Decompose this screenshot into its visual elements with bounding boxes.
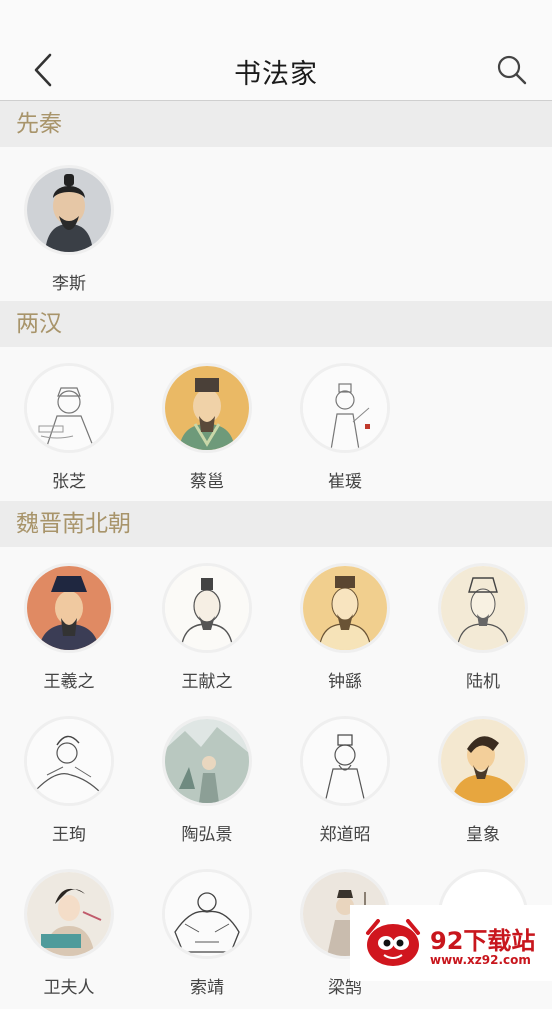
portrait-avatar <box>24 869 114 959</box>
watermark-url: www.xz92.com <box>430 953 531 967</box>
portrait-avatar <box>300 563 390 653</box>
calligrapher-name: 陶弘景 <box>181 825 233 845</box>
search-button[interactable] <box>496 54 528 86</box>
portrait-avatar <box>24 363 114 453</box>
calligrapher-name: 皇象 <box>466 825 500 845</box>
section-header-xianqin: 先秦 <box>0 101 552 147</box>
calligrapher-card[interactable]: 崔瑗 <box>276 363 414 503</box>
calligrapher-card[interactable]: 陆机 <box>414 563 552 703</box>
portrait-avatar <box>24 563 114 653</box>
calligrapher-name: 钟繇 <box>328 672 362 692</box>
calligrapher-name: 蔡邕 <box>190 472 224 492</box>
calligrapher-card[interactable]: 钟繇 <box>276 563 414 703</box>
calligrapher-card[interactable]: 王献之 <box>138 563 276 703</box>
brand-logo-icon <box>366 919 420 966</box>
calligrapher-name: 张芝 <box>52 472 86 492</box>
section-header-weijin: 魏晋南北朝 <box>0 501 552 547</box>
calligrapher-name: 崔瑗 <box>328 472 362 492</box>
portrait-avatar <box>300 716 390 806</box>
portrait-avatar <box>162 363 252 453</box>
calligrapher-card[interactable]: 张芝 <box>0 363 138 503</box>
portrait-avatar <box>162 869 252 959</box>
calligrapher-name: 王献之 <box>181 672 233 692</box>
calligrapher-card[interactable]: 王羲之 <box>0 563 138 703</box>
calligrapher-card[interactable]: 卫夫人 <box>0 869 138 1009</box>
portrait-avatar <box>300 363 390 453</box>
calligrapher-card[interactable]: 索靖 <box>138 869 276 1009</box>
page-title: 书法家 <box>234 59 318 90</box>
portrait-avatar <box>162 563 252 653</box>
calligrapher-name: 郑道昭 <box>319 825 371 845</box>
watermark-overlay: 92下载站 www.xz92.com <box>350 905 552 981</box>
calligrapher-card[interactable]: 蔡邕 <box>138 363 276 503</box>
search-icon <box>497 55 527 85</box>
calligrapher-name: 李斯 <box>52 274 86 294</box>
portrait-avatar <box>438 716 528 806</box>
watermark-brand: 92下载站 <box>430 927 536 955</box>
calligrapher-name: 王羲之 <box>43 672 95 692</box>
calligrapher-name: 索靖 <box>190 978 224 998</box>
calligrapher-card[interactable]: 李斯 <box>0 165 138 305</box>
calligrapher-name: 卫夫人 <box>43 978 95 998</box>
calligrapher-card[interactable]: 皇象 <box>414 716 552 856</box>
calligrapher-name: 王珣 <box>52 825 86 845</box>
calligrapher-card[interactable]: 郑道昭 <box>276 716 414 856</box>
portrait-avatar <box>24 165 114 255</box>
portrait-avatar <box>438 563 528 653</box>
calligrapher-name: 陆机 <box>466 672 500 692</box>
app-header: 书法家 <box>0 0 552 101</box>
portrait-avatar <box>162 716 252 806</box>
calligrapher-card[interactable]: 王珣 <box>0 716 138 856</box>
portrait-avatar <box>24 716 114 806</box>
section-header-lianghan: 两汉 <box>0 301 552 347</box>
calligrapher-card[interactable]: 陶弘景 <box>138 716 276 856</box>
